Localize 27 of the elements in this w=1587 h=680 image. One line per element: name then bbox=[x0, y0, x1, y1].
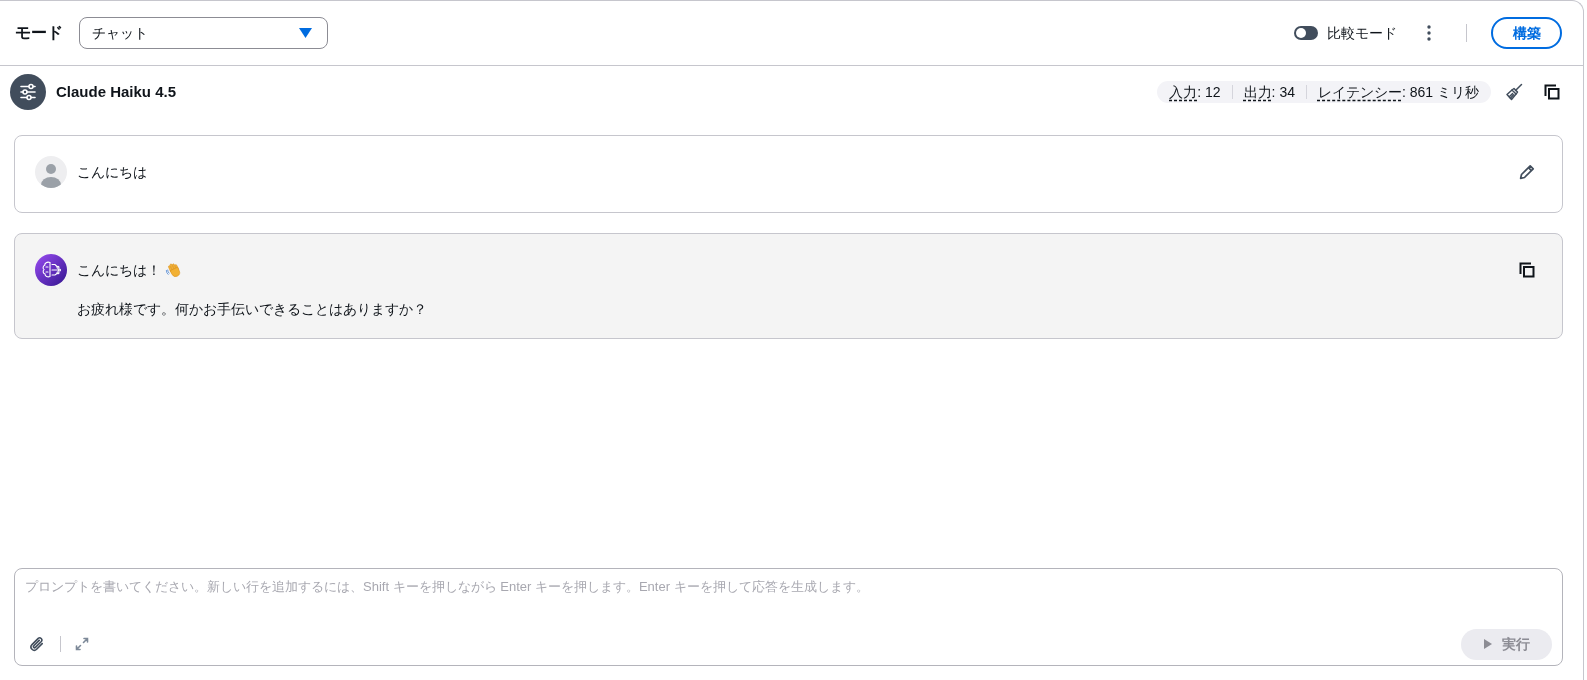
toggle-label: 比較モード bbox=[1327, 23, 1397, 43]
message-text: お疲れ様です。何かお手伝いできることはありますか？ bbox=[77, 300, 427, 319]
stat-label[interactable]: 入力 bbox=[1169, 81, 1198, 103]
build-button[interactable]: 構築 bbox=[1491, 17, 1562, 49]
copy-icon[interactable] bbox=[1519, 262, 1535, 278]
message-text: こんにちは！ bbox=[77, 261, 161, 280]
more-options-icon[interactable] bbox=[1427, 25, 1431, 41]
toggle-switch[interactable] bbox=[1294, 26, 1318, 40]
settings-icon[interactable] bbox=[10, 74, 46, 110]
stat-value: : 12 bbox=[1197, 82, 1221, 102]
caret-icon bbox=[299, 28, 312, 38]
mode-select[interactable]: チャット bbox=[79, 17, 328, 49]
model-name: Claude Haiku 4.5 bbox=[56, 81, 177, 102]
stat-value: : 34 bbox=[1271, 82, 1295, 102]
play-icon bbox=[1483, 639, 1492, 649]
copy-icon[interactable] bbox=[1544, 84, 1560, 100]
stat-label[interactable]: レイテンシー bbox=[1317, 81, 1402, 103]
broom-icon[interactable] bbox=[1505, 83, 1523, 101]
brain-avatar-icon bbox=[35, 254, 67, 286]
stat-label[interactable]: 出力 bbox=[1243, 81, 1272, 103]
pencil-icon[interactable] bbox=[1519, 164, 1535, 180]
paperclip-icon[interactable] bbox=[29, 636, 45, 652]
mode-label: モード bbox=[15, 23, 63, 43]
user-avatar-icon bbox=[35, 156, 67, 188]
message-text: こんにちは bbox=[77, 163, 147, 182]
expand-icon[interactable] bbox=[75, 637, 89, 651]
stat-value: : 861 ミリ秒 bbox=[1401, 82, 1479, 102]
